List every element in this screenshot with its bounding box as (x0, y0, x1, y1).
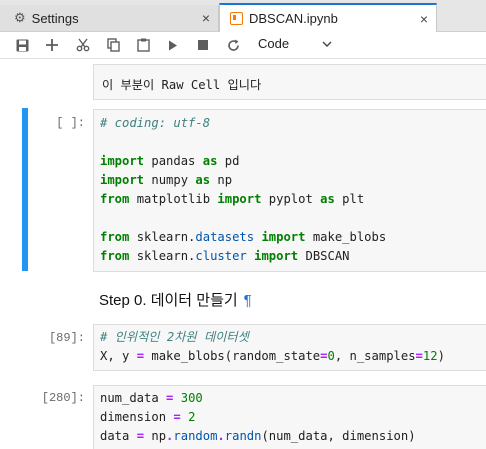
code-cell-source: num_data = 300 dimension = 2 data = np.ran… (94, 386, 486, 446)
notebook-toolbar: Code (0, 32, 486, 59)
keyword: from (100, 192, 130, 206)
restart-icon[interactable] (223, 35, 243, 55)
code-cell-editor[interactable]: # 인위적인 2차원 데이터셋 X, y = make_blobs(random_… (93, 324, 486, 371)
code-text: , n_samples (334, 349, 416, 363)
code-cell-source: # 인위적인 2차원 데이터셋 X, y = make_blobs(random_… (94, 325, 486, 366)
code-text: make_blobs(random_state (144, 349, 321, 363)
keyword: as (195, 173, 211, 187)
keyword: as (320, 192, 335, 206)
operator: = (415, 349, 423, 363)
operator: = (173, 410, 181, 424)
copy-icon[interactable] (103, 35, 123, 55)
code-text: np (210, 173, 233, 187)
code-text: dimension (100, 410, 174, 424)
anchor-link[interactable]: ¶ (244, 292, 252, 309)
number: 0 (327, 349, 335, 363)
tab-settings-label: Settings (31, 10, 79, 26)
tab-bar: ⚙ Settings × DBSCAN.ipynb × (0, 0, 486, 32)
code-text: ) (437, 349, 445, 363)
code-text: num_data (100, 391, 167, 405)
add-cell-icon[interactable] (42, 35, 62, 55)
operator: = (166, 391, 174, 405)
code-text: sklearn. (129, 249, 196, 263)
code-text: pandas (144, 154, 203, 168)
notebook-icon (230, 12, 243, 25)
code-text: X, y (100, 349, 137, 363)
gear-icon: ⚙ (14, 10, 26, 25)
markdown-heading[interactable]: Step 0. 데이터 만들기 ¶ (99, 289, 252, 310)
code-cell-editor[interactable]: num_data = 300 dimension = 2 data = np.ran… (93, 385, 486, 449)
cell-type-select[interactable]: Code (258, 36, 289, 51)
code-text: sklearn. (129, 230, 196, 244)
keyword: import (100, 173, 145, 187)
keyword: from (100, 230, 130, 244)
code-text: make_blobs (305, 230, 387, 244)
keyword: as (202, 154, 218, 168)
number: 2 (188, 410, 196, 424)
code-text: DBSCAN (298, 249, 350, 263)
code-text: numpy (144, 173, 196, 187)
code-text: data (100, 429, 137, 443)
raw-cell-text: 이 부분이 Raw Cell 입니다 (102, 78, 262, 92)
code-cell-editor[interactable]: # coding: utf-8 import pandas as pd import… (93, 109, 486, 272)
close-icon[interactable]: × (420, 11, 428, 27)
code-text: matplotlib (129, 192, 218, 206)
code-text: np (144, 429, 167, 443)
paste-icon[interactable] (133, 35, 153, 55)
keyword: import (100, 154, 145, 168)
cut-icon[interactable] (73, 35, 93, 55)
keyword: from (100, 249, 130, 263)
code-attr: datasets (195, 230, 255, 244)
operator: = (136, 349, 145, 363)
code-text: plt (334, 192, 365, 206)
save-icon[interactable] (12, 35, 32, 55)
tab-dbscan-notebook[interactable]: DBSCAN.ipynb × (219, 3, 437, 32)
chevron-down-icon[interactable] (322, 37, 332, 56)
keyword: import (261, 230, 306, 244)
operator: = (136, 429, 145, 443)
markdown-heading-text: Step 0. 데이터 만들기 (99, 292, 238, 309)
stop-icon[interactable] (193, 35, 213, 55)
code-comment: # coding: utf-8 (100, 116, 211, 130)
close-icon[interactable]: × (202, 10, 210, 26)
run-icon[interactable] (163, 35, 183, 55)
keyword: import (254, 249, 299, 263)
tab-settings[interactable]: ⚙ Settings × (0, 5, 219, 31)
code-attr: randn (224, 429, 262, 443)
keyword: import (217, 192, 262, 206)
number: 300 (180, 391, 203, 405)
code-text: pd (217, 154, 240, 168)
code-attr: cluster (195, 249, 247, 263)
cell-selection-bar (22, 108, 28, 271)
code-attr: random (173, 429, 218, 443)
notebook-panel: 이 부분이 Raw Cell 입니다 [ ]: # coding: utf-8 i… (0, 58, 486, 449)
code-comment: # 인위적인 2차원 데이터셋 (100, 330, 249, 344)
code-text: pyplot (261, 192, 321, 206)
cell-prompt: [89]: (48, 331, 85, 345)
code-cell-source: # coding: utf-8 import pandas as pd import… (94, 110, 486, 266)
number: 12 (422, 349, 438, 363)
raw-cell[interactable]: 이 부분이 Raw Cell 입니다 (93, 64, 486, 100)
operator: . (217, 429, 225, 443)
cell-prompt: [280]: (41, 391, 85, 405)
code-text: (num_data, dimension) (261, 429, 416, 443)
tab-notebook-label: DBSCAN.ipynb (249, 11, 338, 26)
cell-prompt: [ ]: (56, 116, 85, 130)
